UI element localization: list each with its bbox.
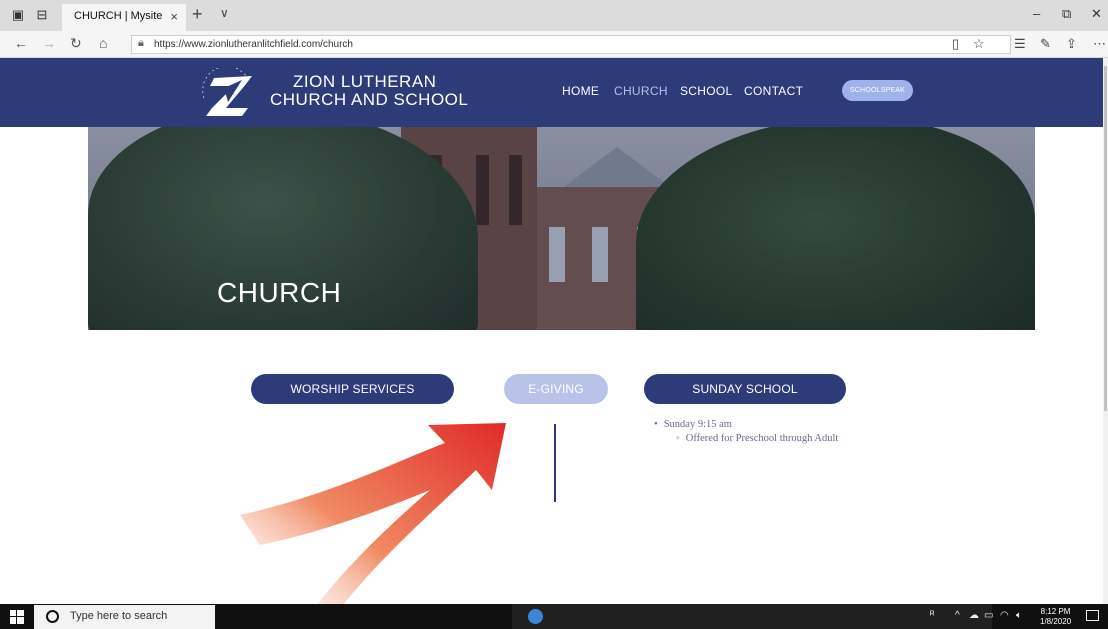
share-icon[interactable]: ⇪: [1066, 36, 1077, 52]
clock-date: 1/8/2020: [1040, 617, 1072, 626]
minimize-icon[interactable]: –: [1033, 6, 1040, 21]
show-hidden-icons-chevron-icon[interactable]: ^: [955, 610, 960, 621]
search-placeholder: Type here to search: [70, 610, 168, 622]
nav-home[interactable]: HOME: [562, 84, 599, 98]
nav-contact[interactable]: CONTACT: [744, 84, 803, 98]
edge-browser-icon[interactable]: [528, 609, 543, 624]
nav-school[interactable]: SCHOOL: [680, 84, 732, 98]
new-tab-icon[interactable]: +: [192, 4, 203, 25]
brand-line-1: ZION LUTHERAN: [293, 72, 437, 91]
wifi-icon[interactable]: ◠: [1000, 610, 1009, 621]
home-icon[interactable]: ⌂: [99, 35, 107, 51]
restore-icon[interactable]: ⧉: [1062, 6, 1071, 22]
browser-tab-bar: ▣ ⊟ CHURCH | Mysite × + ∨ – ⧉ ✕: [0, 0, 1108, 31]
sunday-school-button[interactable]: SUNDAY SCHOOL: [644, 374, 846, 404]
url-text: https://www.zionlutheranlitchfield.com/c…: [154, 39, 353, 50]
windows-start-icon[interactable]: [10, 610, 24, 624]
reading-view-icon[interactable]: ▯: [952, 36, 959, 52]
e-giving-divider: [554, 424, 556, 502]
tab-close-icon[interactable]: ×: [170, 9, 178, 24]
hero-title: CHURCH: [217, 277, 342, 308]
refresh-icon[interactable]: ↻: [70, 35, 82, 52]
taskbar-apps-area: [512, 604, 992, 629]
browser-tab-church[interactable]: CHURCH | Mysite ×: [62, 4, 186, 31]
list-item: Sunday 9:15 am: [654, 418, 838, 432]
cortana-icon: [46, 610, 59, 623]
tab-menu-chevron-icon[interactable]: ∨: [220, 6, 229, 20]
nav-church[interactable]: CHURCH: [614, 84, 668, 98]
onedrive-cloud-icon[interactable]: ☁: [969, 610, 979, 621]
battery-icon[interactable]: ▭: [984, 610, 993, 621]
list-subitem: Offered for Preschool through Adult: [654, 432, 839, 446]
taskbar-search-field[interactable]: Type here to search: [34, 605, 215, 629]
windows-taskbar: Type here to search ᴿ ^ ☁ ▭ ◠ 🔈︎ 8:12 PM…: [0, 604, 1108, 629]
brand-name[interactable]: ZION LUTHERAN CHURCH AND SCHOOL: [270, 73, 468, 109]
back-icon[interactable]: ←: [14, 35, 28, 51]
hero-church-photo: CHURCH: [88, 127, 1035, 330]
e-giving-button[interactable]: E-GIVING: [504, 374, 608, 404]
lock-icon: 🔒︎: [138, 37, 144, 49]
scrollbar-thumb[interactable]: [1104, 66, 1107, 411]
clock-time: 8:12 PM: [1040, 607, 1071, 616]
show-tabs-icon[interactable]: ⊟: [32, 6, 52, 24]
people-icon[interactable]: ᴿ: [930, 610, 935, 621]
worship-services-button[interactable]: WORSHIP SERVICES: [251, 374, 454, 404]
red-arrow-annotation: [240, 423, 506, 629]
site-header: ZION LUTHERAN CHURCH AND SCHOOL HOME CHU…: [0, 58, 1103, 127]
zion-logo-icon[interactable]: [198, 68, 258, 118]
browser-address-bar: ← → ↻ ⌂ 🔒︎ https://www.zionlutheranlitch…: [0, 31, 1108, 58]
action-center-icon[interactable]: [1086, 610, 1099, 621]
favorite-star-icon[interactable]: ☆: [973, 36, 985, 52]
volume-icon[interactable]: 🔈︎: [1016, 610, 1022, 621]
tab-title: CHURCH | Mysite: [74, 10, 163, 22]
favorites-list-icon[interactable]: ☰: [1014, 36, 1026, 52]
schoolspeak-button[interactable]: SCHOOLSPEAK: [842, 80, 913, 101]
notes-icon[interactable]: ✎: [1040, 36, 1051, 52]
brand-line-2: CHURCH AND SCHOOL: [270, 90, 469, 109]
url-field[interactable]: 🔒︎ https://www.zionlutheranlitchfield.co…: [131, 35, 1011, 54]
forward-icon[interactable]: →: [42, 35, 56, 51]
more-icon[interactable]: ⋯: [1093, 36, 1106, 52]
close-window-icon[interactable]: ✕: [1091, 6, 1102, 22]
sunday-school-list: Sunday 9:15 am Offered for Preschool thr…: [654, 418, 839, 446]
set-aside-tabs-icon[interactable]: ▣: [8, 6, 28, 24]
taskbar-clock[interactable]: 8:12 PM 1/8/2020: [1040, 607, 1071, 627]
